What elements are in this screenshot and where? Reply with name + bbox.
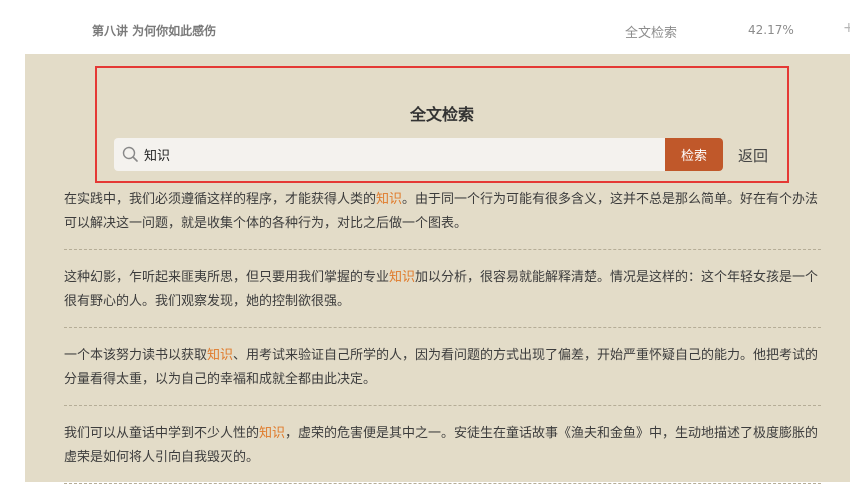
result-item[interactable]: 在实践中，我们必须遵循这样的程序，才能获得人类的知识。由于同一个行为可能有很多含… (64, 186, 821, 250)
search-icon (122, 146, 138, 162)
back-link[interactable]: 返回 (738, 145, 768, 166)
result-text: 这种幻影，乍听起来匪夷所思，但只要用我们掌握的专业 (64, 270, 390, 285)
reading-progress: 42.17% (748, 23, 794, 37)
search-panel-title: 全文检索 (409, 105, 474, 124)
result-item[interactable]: 我们可以从童话中学到不少人性的知识，虚荣的危害便是其中之一。安徒生在童话故事《渔… (64, 420, 821, 484)
result-highlight: 知识 (376, 192, 403, 207)
result-text: 我们可以从童话中学到不少人性的 (64, 426, 260, 441)
full-text-search-link[interactable]: 全文检索 (625, 22, 677, 41)
search-input[interactable] (144, 138, 664, 171)
search-results: 在实践中，我们必须遵循这样的程序，才能获得人类的知识。由于同一个行为可能有很多含… (64, 186, 821, 498)
result-highlight: 知识 (259, 426, 286, 441)
result-item[interactable]: 这种幻影，乍听起来匪夷所思，但只要用我们掌握的专业知识加以分析，很容易就能解释清… (64, 264, 821, 328)
search-button[interactable]: 检索 (665, 138, 723, 171)
result-highlight: 知识 (207, 348, 234, 363)
result-text: 一个本该努力读书以获取 (64, 348, 208, 363)
chapter-title: 第八讲 为何你如此感伤 (92, 24, 217, 38)
result-highlight: 知识 (389, 270, 416, 285)
result-item[interactable]: 一个本该努力读书以获取知识、用考试来验证自己所学的人，因为看问题的方式出现了偏差… (64, 342, 821, 406)
plus-icon[interactable]: + (843, 20, 850, 36)
search-panel: 全文检索 检索 返回 (95, 66, 789, 183)
result-text: 在实践中，我们必须遵循这样的程序，才能获得人类的 (64, 192, 377, 207)
reader-content: 全文检索 检索 返回 在实践中，我们必须遵循这样的程序，才能获得人类的知识。由于… (25, 54, 850, 484)
top-bar: 第八讲 为何你如此感伤 全文检索 42.17% + (0, 0, 850, 54)
search-box[interactable]: 检索 (114, 138, 723, 171)
